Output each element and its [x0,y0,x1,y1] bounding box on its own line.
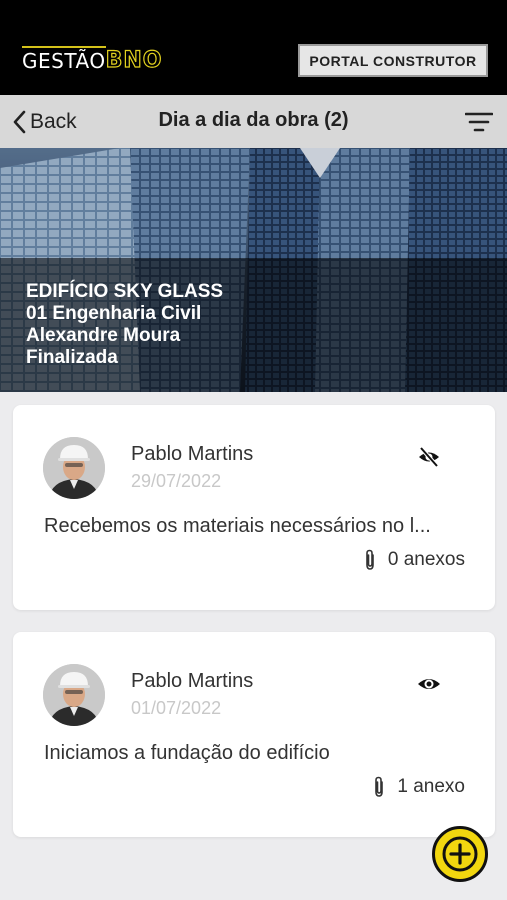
navigation-bar: Back Dia a dia da obra (2) [0,95,507,148]
entry-author: Pablo Martins [131,443,254,465]
diary-entry-card[interactable]: Pablo Martins 29/07/2022 Recebemos os ma… [13,405,495,610]
plus-circle-icon [442,836,478,872]
project-responsible: Alexandre Moura [26,325,181,346]
entry-author: Pablo Martins [131,670,254,692]
attachments-link[interactable]: 0 anexos [364,548,465,572]
paperclip-icon [366,549,374,570]
avatar [43,664,105,726]
entry-date: 01/07/2022 [131,698,222,718]
add-entry-button[interactable] [432,826,488,882]
attachments-count: 0 anexos [387,549,465,570]
app-header: GESTÃO BNO PORTAL CONSTRUTOR [0,0,507,95]
diary-entry-card[interactable]: Pablo Martins 01/07/2022 Iniciamos a fun… [13,632,495,837]
avatar [43,437,105,499]
attachments-link[interactable]: 1 anexo [373,775,465,799]
entry-message: Iniciamos a fundação do edifício [44,742,330,764]
logo-text-accent: BNO [105,47,163,73]
portal-construtor-button[interactable]: PORTAL CONSTRUTOR [298,44,488,77]
project-info: EDIFÍCIO SKY GLASS 01 Engenharia Civil A… [26,281,223,369]
entry-date: 29/07/2022 [131,471,222,491]
logo-text-main: GESTÃO [22,46,106,74]
attachments-count: 1 anexo [397,776,465,797]
project-name: EDIFÍCIO SKY GLASS [26,281,224,302]
filter-icon[interactable] [465,111,493,133]
entry-message: Recebemos os materiais necessários no l.… [44,515,431,537]
eye-off-icon[interactable] [417,445,441,469]
paperclip-icon [375,776,384,797]
project-stage: 01 Engenharia Civil [26,303,202,324]
project-banner: EDIFÍCIO SKY GLASS 01 Engenharia Civil A… [0,148,507,392]
project-status: Finalizada [26,347,118,368]
page-title: Dia a dia da obra (2) [158,109,349,131]
eye-icon[interactable] [417,672,441,696]
gestao-bno-logo: GESTÃO BNO [22,44,162,74]
